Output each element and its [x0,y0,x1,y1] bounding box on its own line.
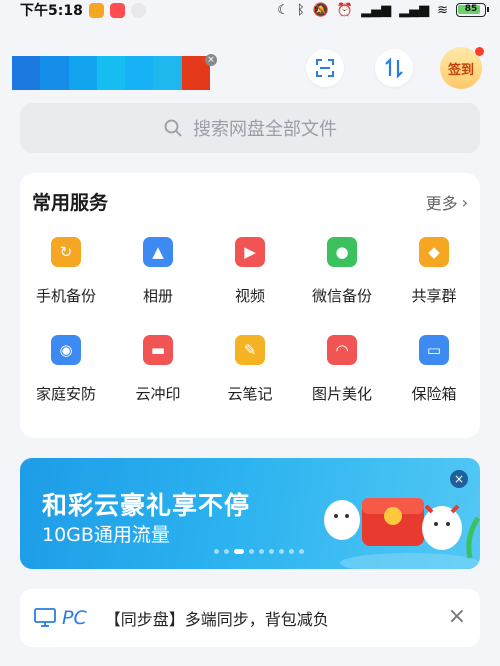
service-label: 云冲印 [135,385,181,403]
mute-icon: 🔕 [312,2,329,18]
share-group-icon: ◆ [419,237,449,267]
search-placeholder: 搜索网盘全部文件 [193,119,337,140]
signin-button[interactable]: 签到 [440,47,484,89]
service-item[interactable]: ◉ 家庭安防 [20,331,112,429]
banner-close-button[interactable]: × [450,470,468,488]
carousel-indicator [214,549,304,554]
cloud-note-icon: ✎ [235,335,265,365]
service-item[interactable]: ▭ 保险箱 [388,331,480,429]
service-label: 相册 [142,287,173,305]
status-bar: 下午5:18 ☾ ᛒ 🔕 ⏰ ▂▄▆ ▂▄▆ ≋ 85 [0,0,500,20]
tip-text: 【同步盘】多端同步，背包减负 [104,610,329,629]
signal-icon: ▂▄▆ [399,2,430,18]
album-icon: ▲ [143,237,173,267]
alarm-icon: ⏰ [336,2,354,18]
service-label: 家庭安防 [35,385,96,403]
more-label: 更多 [425,194,458,213]
notification-app-icon [88,2,104,18]
phone-backup-icon: ↻ [51,237,81,267]
photo-beautify-icon: ◠ [327,335,357,365]
search-icon [164,119,182,137]
services-title: 常用服务 [32,192,109,214]
moon-icon: ☾ [277,2,289,18]
notification-app-icon [109,2,125,18]
cloud-print-icon: ▬ [143,335,173,365]
service-label: 共享群 [411,287,457,305]
service-item[interactable]: ▲ 相册 [112,233,204,331]
monitor-icon [34,608,56,627]
signin-label: 签到 [447,62,474,78]
service-item[interactable]: ✎ 云笔记 [204,331,296,429]
service-label: 手机备份 [35,287,96,305]
status-time: 下午5:18 [20,3,83,19]
service-item[interactable]: ◠ 图片美化 [296,331,388,429]
account-name-redacted [12,56,210,90]
home-camera-icon: ◉ [51,335,81,365]
more-link[interactable]: 更多 › [426,190,468,214]
service-item[interactable]: ▬ 云冲印 [112,331,204,429]
wechat-backup-icon: ● [327,237,357,267]
sync-tip-bar[interactable]: PC 【同步盘】多端同步，背包减负 × [20,589,480,647]
chevron-right-icon: › [461,192,468,212]
signal-icon: ▂▄▆ [361,2,392,18]
service-label: 微信备份 [311,287,372,305]
service-item[interactable]: ◆ 共享群 [388,233,480,331]
banner-subtitle: 10GB通用流量 [42,524,170,546]
banner-title: 和彩云豪礼享不停 [42,491,251,520]
service-item[interactable]: ↻ 手机备份 [20,233,112,331]
notification-app-icon [130,2,146,18]
bluetooth-icon: ᛒ [296,2,305,18]
battery-icon: 85 [456,3,489,17]
service-label: 保险箱 [411,385,457,403]
service-label: 图片美化 [311,385,372,403]
close-icon[interactable]: × [205,54,217,66]
close-icon[interactable]: × [448,606,466,628]
safe-box-icon: ▭ [419,335,449,365]
scan-icon [316,59,334,77]
header: × 签到 [0,40,500,100]
service-item[interactable]: ● 微信备份 [296,233,388,331]
pc-badge: PC [34,607,87,629]
service-label: 视频 [234,287,265,305]
promo-banner[interactable]: 和彩云豪礼享不停 10GB通用流量 × [20,458,480,569]
transfer-button[interactable] [375,49,413,87]
services-grid: ↻ 手机备份 ▲ 相册 ▶ 视频 ● 微信备份 ◆ 共享群 ◉ 家庭安防 ▬ 云冲印 ✎ 云笔记 ◠ 图片美化 ▭ 保… [20,233,480,429]
transfer-icon [385,57,403,79]
notification-dot [475,47,484,56]
service-item[interactable]: ▶ 视频 [204,233,296,331]
video-icon: ▶ [235,237,265,267]
pc-label: PC [62,607,87,629]
services-card: 常用服务 更多 › ↻ 手机备份 ▲ 相册 ▶ 视频 ● 微信备份 ◆ 共享群 ◉ 家庭安防 ▬ 云冲印 ✎… [20,173,480,438]
wifi-icon: ≋ [437,2,448,18]
scan-button[interactable] [306,49,344,87]
service-label: 云笔记 [227,385,273,403]
search-bar[interactable]: 搜索网盘全部文件 [20,103,480,153]
